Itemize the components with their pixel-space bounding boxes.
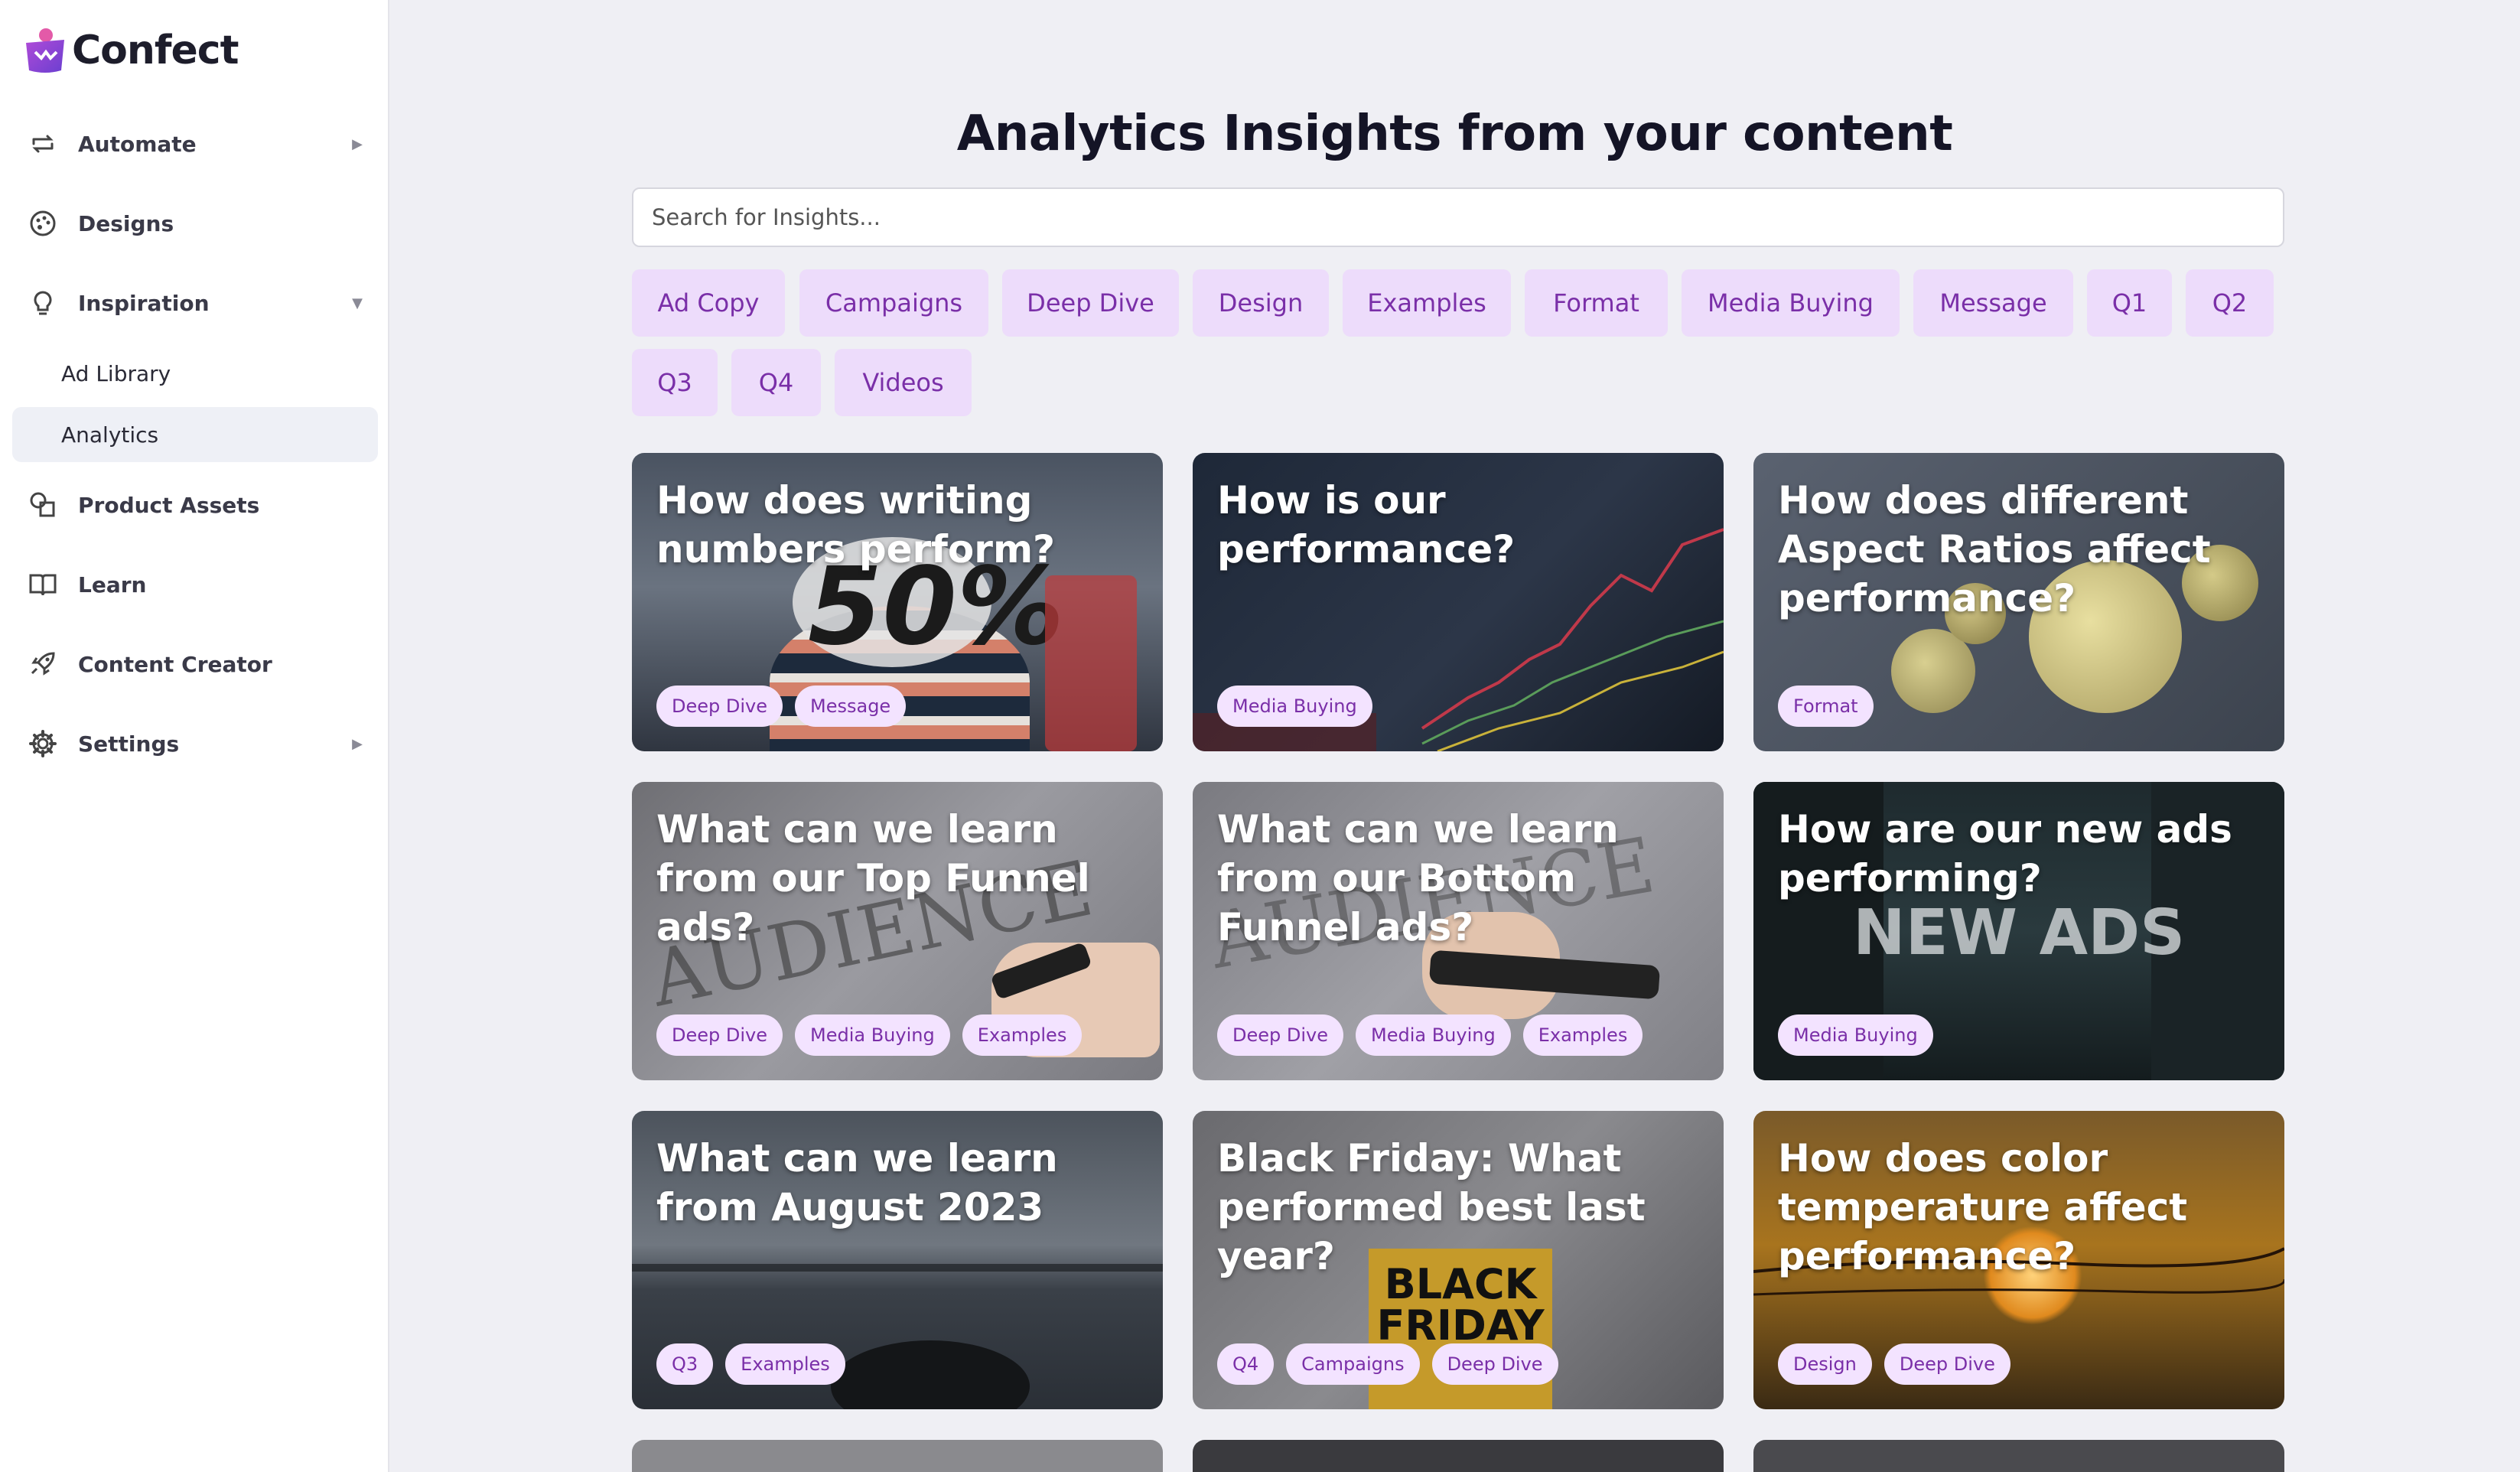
card-tag[interactable]: Design (1778, 1343, 1872, 1385)
card-tag[interactable]: Examples (725, 1343, 845, 1385)
rocket-icon (26, 647, 60, 681)
sidebar-item-label: Product Assets (78, 492, 260, 518)
card-tag[interactable]: Examples (1522, 1014, 1643, 1056)
sidebar-item-label: Ad Library (61, 360, 171, 386)
sidebar-item-product-assets[interactable]: Product Assets (12, 477, 378, 532)
filter-ad-copy[interactable]: Ad Copy (632, 269, 785, 337)
insight-card[interactable]: BLACK FRIDAY Black Friday: What performe… (1193, 1111, 1724, 1409)
card-title: How does different Aspect Ratios affect … (1778, 478, 2211, 620)
card-tag[interactable]: Campaigns (1286, 1343, 1420, 1385)
card-tag[interactable]: Message (795, 686, 907, 727)
filter-q2[interactable]: Q2 (2186, 269, 2274, 337)
card-tags: Deep Dive Media Buying Examples (656, 1014, 1094, 1056)
insight-card[interactable]: How is our performance? Media Buying (1193, 453, 1724, 751)
card-tag[interactable]: Deep Dive (1217, 1014, 1343, 1056)
sidebar-item-settings[interactable]: Settings ▶ (12, 716, 378, 771)
card-tags: Deep Dive Media Buying Examples (1217, 1014, 1655, 1056)
sidebar: Confect Automate ▶ Designs Inspiration ▼… (0, 0, 389, 1472)
filter-campaigns[interactable]: Campaigns (799, 269, 988, 337)
card-tags: Deep Dive Message (656, 686, 918, 727)
book-icon (26, 568, 60, 601)
insight-card[interactable] (1193, 1440, 1724, 1472)
card-tags: Media Buying (1217, 686, 1385, 727)
sidebar-item-content-creator[interactable]: Content Creator (12, 637, 378, 692)
sidebar-item-learn[interactable]: Learn (12, 557, 378, 612)
sidebar-item-label: Inspiration (78, 290, 210, 316)
filter-q4[interactable]: Q4 (731, 349, 821, 416)
filter-q1[interactable]: Q1 (2087, 269, 2172, 337)
card-title: Black Friday: What performed best last y… (1217, 1136, 1646, 1278)
search-input[interactable] (632, 187, 2284, 247)
card-tag[interactable]: Deep Dive (1431, 1343, 1558, 1385)
insight-card[interactable] (1753, 1440, 2284, 1472)
card-overlay-text: NEW ADS (1853, 897, 2186, 969)
sidebar-item-label: Learn (78, 572, 147, 598)
caret-down-icon: ▼ (352, 295, 363, 311)
card-title: What can we learn from our Top Funnel ad… (656, 807, 1090, 949)
sidebar-item-label: Designs (78, 210, 174, 236)
insight-card[interactable]: AUDIENCE What can we learn from our Bott… (1193, 782, 1724, 1080)
caret-right-icon: ▶ (352, 735, 363, 752)
card-tag[interactable]: Deep Dive (1883, 1343, 2010, 1385)
card-tag[interactable]: Media Buying (1217, 686, 1372, 727)
filter-deep-dive[interactable]: Deep Dive (1002, 269, 1179, 337)
card-title: How is our performance? (1217, 478, 1516, 572)
filter-media-buying[interactable]: Media Buying (1682, 269, 1900, 337)
card-tags: Media Buying (1778, 1014, 1945, 1056)
insight-card[interactable]: How does color temperature affect perfor… (1753, 1111, 2284, 1409)
card-tag[interactable]: Q4 (1217, 1343, 1275, 1385)
card-tags: Design Deep Dive (1778, 1343, 2023, 1385)
palette-icon (26, 207, 60, 240)
sidebar-item-automate[interactable]: Automate ▶ (12, 116, 378, 171)
app-name: Confect (72, 28, 239, 73)
lightbulb-icon (26, 286, 60, 320)
card-title: How are our new ads performing? (1778, 807, 2232, 900)
card-tag[interactable]: Media Buying (795, 1014, 950, 1056)
card-tags: Q3 Examples (656, 1343, 858, 1385)
shapes-icon (26, 488, 60, 522)
insight-card[interactable]: How does different Aspect Ratios affect … (1753, 453, 2284, 751)
sidebar-item-label: Content Creator (78, 651, 272, 677)
page-title: Analytics Insights from your content (956, 106, 1953, 162)
sidebar-item-analytics[interactable]: Analytics (12, 407, 378, 462)
insight-card[interactable]: 50% How does writing numbers perform? De… (632, 453, 1163, 751)
main-content: Analytics Insights from your content Ad … (389, 0, 2520, 1472)
insight-card[interactable]: What can we learn from August 2023 Q3 Ex… (632, 1111, 1163, 1409)
sidebar-item-designs[interactable]: Designs (12, 196, 378, 251)
card-tag[interactable]: Deep Dive (656, 1014, 783, 1056)
filter-videos[interactable]: Videos (835, 349, 972, 416)
card-tags: Format (1778, 686, 1886, 727)
card-tag[interactable]: Examples (962, 1014, 1083, 1056)
card-tag[interactable]: Format (1778, 686, 1874, 727)
card-tag[interactable]: Deep Dive (656, 686, 783, 727)
caret-right-icon: ▶ (352, 135, 363, 152)
card-tags: Q4 Campaigns Deep Dive (1217, 1343, 1571, 1385)
filter-q3[interactable]: Q3 (632, 349, 718, 416)
logo[interactable]: Confect (23, 26, 239, 75)
card-tag[interactable]: Q3 (656, 1343, 714, 1385)
card-title: What can we learn from our Bottom Funnel… (1217, 807, 1619, 949)
filter-examples[interactable]: Examples (1343, 269, 1511, 337)
sidebar-item-inspiration[interactable]: Inspiration ▼ (12, 275, 378, 331)
filter-design[interactable]: Design (1193, 269, 1329, 337)
sidebar-item-label: Analytics (61, 422, 159, 448)
filter-format[interactable]: Format (1525, 269, 1668, 337)
card-tag[interactable]: Media Buying (1778, 1014, 1933, 1056)
sidebar-item-label: Automate (78, 131, 197, 157)
sidebar-item-ad-library[interactable]: Ad Library (12, 346, 378, 401)
filter-message[interactable]: Message (1913, 269, 2073, 337)
card-title: How does color temperature affect perfor… (1778, 1136, 2188, 1278)
confect-logo-icon (26, 28, 64, 73)
insight-card[interactable]: AUDIENCE What can we learn from our Top … (632, 782, 1163, 1080)
gear-icon (26, 727, 60, 760)
repeat-icon (26, 127, 60, 161)
card-title: How does writing numbers perform? (656, 478, 1056, 572)
insight-card[interactable] (632, 1440, 1163, 1472)
card-title: What can we learn from August 2023 (656, 1136, 1058, 1229)
card-tag[interactable]: Media Buying (1356, 1014, 1511, 1056)
sidebar-item-label: Settings (78, 731, 180, 757)
insight-card[interactable]: NEW ADS How are our new ads performing? … (1753, 782, 2284, 1080)
